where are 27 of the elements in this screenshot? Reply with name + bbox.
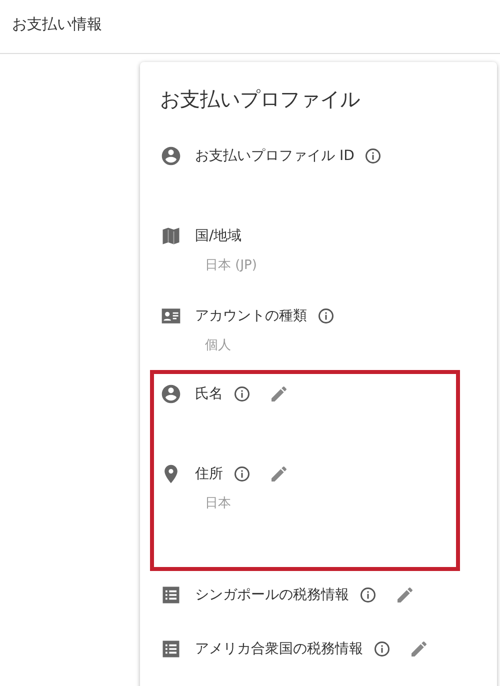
info-icon[interactable] [233,465,251,483]
info-icon[interactable] [317,307,335,325]
field-label: 氏名 [195,384,223,404]
field-label: アメリカ合衆国の税務情報 [195,640,363,658]
field-label: 住所 [195,464,223,484]
field-value: 個人 [205,337,231,355]
info-icon[interactable] [364,147,382,165]
account-icon [160,145,182,167]
field-label: 国/地域 [195,226,242,246]
field-label: シンガポールの税務情報 [195,586,349,604]
info-icon[interactable] [373,640,391,658]
edit-icon[interactable] [409,639,429,659]
card-title: お支払いプロファイル [159,86,360,113]
account-icon [160,383,182,405]
field-label: お支払いプロファイル ID [195,146,354,166]
list-icon [160,584,182,606]
edit-icon[interactable] [269,464,289,484]
map-icon [160,225,182,247]
edit-icon[interactable] [395,585,415,605]
edit-icon[interactable] [269,384,289,404]
info-icon[interactable] [359,586,377,604]
field-label: アカウントの種類 [195,306,307,326]
info-icon[interactable] [233,385,251,403]
field-value: 日本 [205,495,231,513]
field-value: 日本 (JP) [205,257,257,275]
list-icon [160,638,182,660]
page-title: お支払い情報 [12,15,102,33]
